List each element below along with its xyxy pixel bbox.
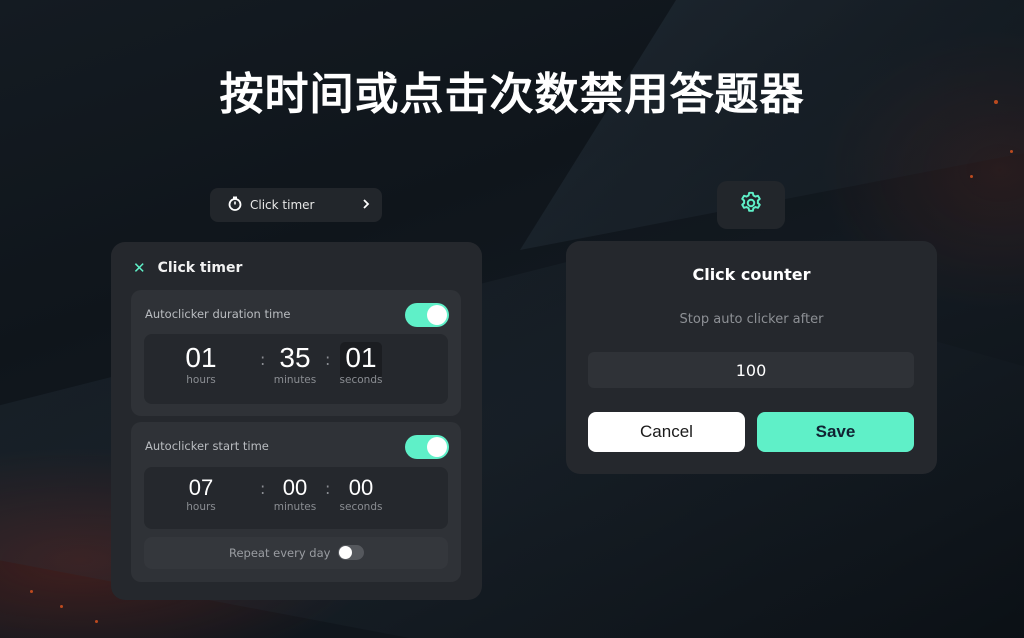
click-timer-panel-title: Click timer (157, 260, 243, 276)
start-time-card: Autoclicker start time 07 hours : 00 min… (131, 422, 461, 582)
start-minutes[interactable]: 00 minutes (265, 475, 325, 513)
close-icon[interactable]: ✕ (133, 259, 146, 277)
click-timer-pill[interactable]: Click timer (210, 188, 382, 222)
start-minutes-unit: minutes (273, 501, 317, 513)
time-separator: : (325, 350, 331, 369)
settings-button[interactable] (717, 181, 785, 229)
click-timer-pill-label: Click timer (250, 198, 315, 212)
start-hours-unit: hours (186, 501, 216, 513)
save-button[interactable]: Save (757, 412, 914, 452)
click-counter-dialog: Click counter Stop auto clicker after 10… (566, 241, 937, 474)
toggle-knob (427, 437, 447, 457)
click-timer-panel-header: ✕ Click timer (133, 259, 242, 277)
repeat-every-day-toggle[interactable] (338, 545, 364, 560)
duration-time-picker: 01 hours : 35 minutes : 01 seconds (144, 334, 448, 404)
cancel-button[interactable]: Cancel (588, 412, 745, 452)
background-spark (60, 605, 63, 608)
duration-minutes-value: 35 (279, 342, 311, 373)
duration-minutes-unit: minutes (273, 374, 317, 386)
toggle-knob (339, 546, 352, 559)
duration-seconds-value: 01 (345, 342, 377, 373)
background-spark (30, 590, 33, 593)
toggle-knob (427, 305, 447, 325)
duration-card: Autoclicker duration time 01 hours : 35 … (131, 290, 461, 416)
duration-label: Autoclicker duration time (145, 307, 291, 321)
start-hours-value: 07 (188, 475, 214, 500)
background-spark (1010, 150, 1013, 153)
duration-toggle[interactable] (405, 303, 449, 327)
background-spark (970, 175, 973, 178)
repeat-every-day-label: Repeat every day (229, 546, 331, 560)
start-time-toggle[interactable] (405, 435, 449, 459)
start-seconds-unit: seconds (339, 501, 383, 513)
duration-hours-value: 01 (185, 342, 217, 373)
dialog-title: Click counter (692, 265, 811, 284)
start-seconds-value: 00 (348, 475, 374, 500)
dialog-subtitle: Stop auto clicker after (679, 312, 824, 327)
duration-seconds[interactable]: 01 seconds (331, 342, 391, 386)
stopwatch-icon (228, 196, 242, 214)
duration-minutes[interactable]: 35 minutes (265, 342, 325, 386)
click-count-input[interactable]: 100 (588, 352, 914, 388)
click-timer-panel: ✕ Click timer Autoclicker duration time … (111, 242, 482, 600)
start-seconds[interactable]: 00 seconds (331, 475, 391, 513)
start-hours[interactable]: 07 hours (171, 475, 231, 513)
chevron-right-icon (362, 198, 370, 212)
time-separator: : (325, 479, 331, 498)
start-time-label: Autoclicker start time (145, 439, 269, 453)
page-headline: 按时间或点击次数禁用答题器 (219, 69, 805, 120)
gear-icon (738, 190, 764, 220)
start-time-picker: 07 hours : 00 minutes : 00 seconds (144, 467, 448, 529)
repeat-every-day-row[interactable]: Repeat every day (144, 537, 448, 569)
background-spark (95, 620, 98, 623)
start-minutes-value: 00 (282, 475, 308, 500)
duration-hours-unit: hours (186, 374, 216, 386)
duration-hours[interactable]: 01 hours (171, 342, 231, 386)
duration-seconds-unit: seconds (339, 374, 383, 386)
